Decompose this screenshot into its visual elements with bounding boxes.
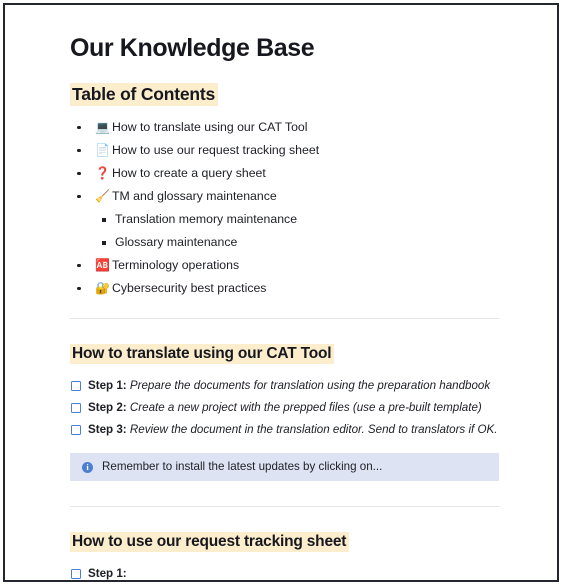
table-of-contents-heading: Table of Contents	[70, 63, 502, 106]
broom-icon: 🧹	[95, 188, 110, 203]
checkbox-icon[interactable]	[71, 402, 81, 413]
toc-subitem-label: Translation memory maintenance	[115, 211, 298, 226]
toc-sublist-tm-glossary: Translation memory maintenance Glossary …	[73, 208, 502, 254]
square-bullet-icon	[102, 217, 106, 222]
section-heading-text: How to use our request tracking sheet	[70, 531, 350, 552]
page-title-text: Our Knowledge Base	[70, 34, 315, 62]
step-text: Prepare the documents for translation us…	[129, 378, 491, 392]
question-mark-icon: ❓	[95, 165, 110, 180]
info-callout: Remember to install the latest updates b…	[70, 452, 499, 481]
bullet-icon	[77, 194, 81, 199]
section-heading-text: How to translate using our CAT Tool	[70, 343, 335, 364]
document-page: Our Knowledge Base Table of Contents 💻 Ho…	[3, 3, 559, 582]
toc-item-query-sheet[interactable]: ❓ How to create a query sheet	[73, 162, 502, 185]
step-label: Step 3:	[88, 422, 127, 436]
toc-item-cybersecurity-best-practices[interactable]: 🔐 Cybersecurity best practices	[73, 277, 502, 300]
step-list-request-tracking: Step 1: Step 2:	[70, 563, 502, 580]
bullet-icon	[77, 148, 81, 153]
toc-item-translate-cat-tool[interactable]: 💻 How to translate using our CAT Tool	[73, 116, 502, 139]
page-icon: 📄	[95, 142, 110, 157]
step-item[interactable]: Step 3: Review the document in the trans…	[70, 419, 502, 441]
step-item[interactable]: Step 2: Create a new project with the pr…	[70, 397, 502, 419]
ab-letters-icon: 🆎	[95, 257, 110, 272]
checkbox-icon[interactable]	[71, 424, 81, 435]
table-of-contents-heading-text: Table of Contents	[70, 82, 219, 106]
toc-item-label: How to create a query sheet	[112, 165, 266, 180]
toc-item-label: Cybersecurity best practices	[112, 280, 267, 295]
step-text: Create a new project with the prepped fi…	[129, 400, 482, 414]
bullet-icon	[77, 263, 81, 268]
bullet-icon	[77, 286, 81, 291]
table-of-contents-list: 💻 How to translate using our CAT Tool 📄 Ho…	[70, 105, 502, 300]
page-title: Our Knowledge Base	[70, 5, 502, 63]
step-label: Step 2:	[88, 400, 127, 414]
toc-item-tm-glossary-maintenance[interactable]: 🧹 TM and glossary maintenance	[73, 185, 502, 208]
step-list-cat-tool: Step 1: Prepare the documents for transl…	[70, 375, 502, 441]
info-icon	[82, 461, 93, 474]
toc-item-label: TM and glossary maintenance	[112, 188, 277, 203]
checkbox-icon[interactable]	[71, 380, 81, 391]
toc-item-terminology-operations[interactable]: 🆎 Terminology operations	[73, 254, 502, 277]
step-item[interactable]: Step 1: Prepare the documents for transl…	[70, 375, 502, 397]
toc-item-label: Terminology operations	[112, 257, 240, 272]
step-label: Step 1:	[88, 566, 127, 580]
bullet-icon	[77, 125, 81, 130]
section-heading-cat-tool: How to translate using our CAT Tool	[70, 343, 502, 364]
lock-with-key-icon: 🔐	[95, 280, 110, 295]
step-text: Review the document in the translation e…	[129, 422, 498, 436]
section-heading-request-tracking: How to use our request tracking sheet	[70, 531, 502, 552]
toc-item-request-tracking-sheet[interactable]: 📄 How to use our request tracking sheet	[73, 139, 502, 162]
laptop-icon: 💻	[95, 119, 110, 134]
step-label: Step 1:	[88, 378, 127, 392]
checkbox-icon[interactable]	[71, 568, 81, 579]
toc-item-label: How to translate using our CAT Tool	[112, 119, 308, 134]
toc-subitem-translation-memory-maintenance[interactable]: Translation memory maintenance	[101, 208, 502, 231]
toc-subitem-glossary-maintenance[interactable]: Glossary maintenance	[101, 231, 502, 254]
info-callout-text: Remember to install the latest updates b…	[102, 459, 383, 473]
step-item[interactable]: Step 1:	[70, 563, 502, 580]
document-content: Our Knowledge Base Table of Contents 💻 Ho…	[70, 5, 502, 580]
square-bullet-icon	[102, 240, 106, 245]
toc-subitem-label: Glossary maintenance	[115, 234, 238, 249]
toc-item-label: How to use our request tracking sheet	[112, 142, 320, 157]
bullet-icon	[77, 171, 81, 176]
